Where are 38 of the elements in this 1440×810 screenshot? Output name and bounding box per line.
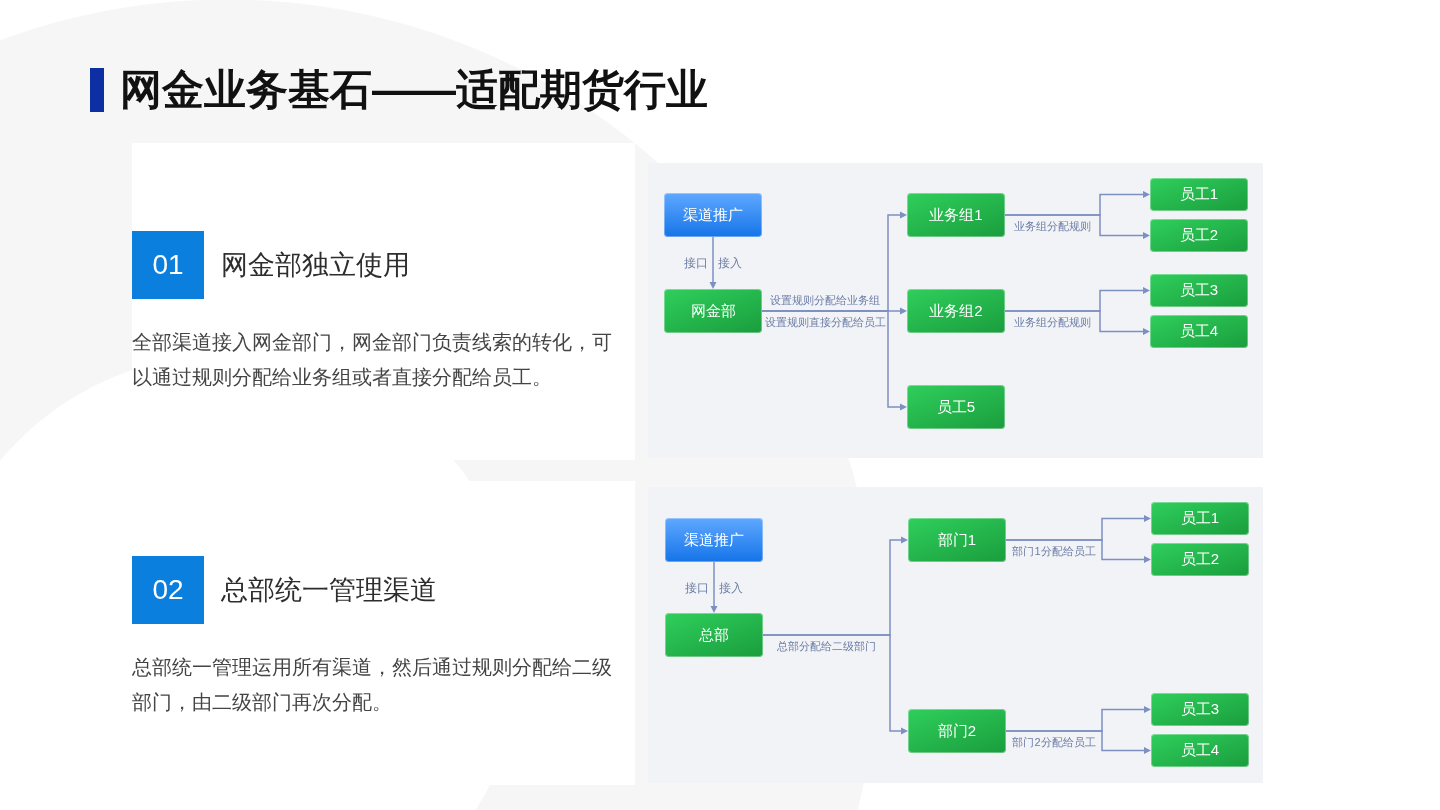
slide-title: 网金业务基石——适配期货行业 bbox=[120, 68, 708, 112]
flowchart-node: 总部 bbox=[665, 613, 763, 657]
flowchart-node: 员工1 bbox=[1150, 178, 1248, 211]
edge-label: 业务组分配规则 bbox=[1014, 315, 1091, 329]
flowchart-node: 业务组1 bbox=[907, 193, 1005, 237]
flowchart-node: 渠道推广 bbox=[664, 193, 762, 237]
flowchart-node: 员工5 bbox=[907, 385, 1005, 429]
flowchart-node: 员工3 bbox=[1150, 274, 1248, 307]
connector-arrow bbox=[710, 561, 718, 613]
flowchart-node: 部门1 bbox=[908, 518, 1006, 562]
flowchart-node: 员工2 bbox=[1150, 219, 1248, 252]
section-description: 全部渠道接入网金部门，网金部门负责线索的转化，可以通过规则分配给业务组或者直接分配给员工。 bbox=[132, 330, 613, 390]
flowchart-node: 员工1 bbox=[1151, 502, 1249, 535]
edge-label: 接口 bbox=[685, 580, 709, 595]
edge-label: 部门1分配给员工 bbox=[1012, 544, 1096, 558]
flowchart-node: 网金部 bbox=[664, 289, 762, 333]
edge-label: 接口 bbox=[684, 256, 708, 270]
edge-label: 设置规则直接分配给员工 bbox=[764, 315, 886, 329]
flowchart-node: 业务组2 bbox=[907, 289, 1005, 333]
edge-label: 接入 bbox=[719, 580, 743, 595]
edge-label: 设置规则分配给业务组 bbox=[770, 293, 880, 307]
flowchart-node: 渠道推广 bbox=[665, 518, 763, 562]
section-heading: 网金部独立使用 bbox=[221, 249, 410, 282]
edge-label: 总部分配给二级部门 bbox=[777, 639, 876, 653]
flowchart-node: 员工2 bbox=[1151, 543, 1249, 576]
title-accent-bar bbox=[90, 68, 104, 112]
edge-label: 接入 bbox=[718, 256, 742, 270]
flowchart-node: 员工4 bbox=[1150, 315, 1248, 348]
connector-arrow bbox=[709, 236, 717, 289]
edge-label: 部门2分配给员工 bbox=[1012, 735, 1096, 749]
number-badge: 01 bbox=[132, 231, 204, 299]
flowchart-node: 员工4 bbox=[1151, 734, 1249, 767]
number-badge: 02 bbox=[132, 556, 204, 624]
flowchart-node: 员工3 bbox=[1151, 693, 1249, 726]
edge-label: 业务组分配规则 bbox=[1014, 219, 1091, 233]
section-heading: 总部统一管理渠道 bbox=[221, 574, 437, 607]
section-description: 总部统一管理运用所有渠道，然后通过规则分配给二级部门，由二级部门再次分配。 bbox=[132, 655, 613, 715]
flowchart-node: 部门2 bbox=[908, 709, 1006, 753]
